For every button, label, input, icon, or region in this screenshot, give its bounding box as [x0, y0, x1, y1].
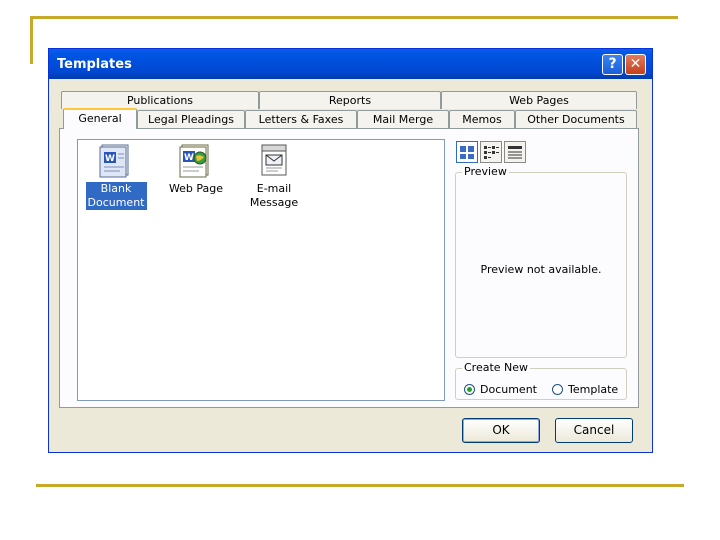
- slide-left-rule: [30, 16, 33, 64]
- tab-mail-merge[interactable]: Mail Merge: [357, 110, 449, 128]
- template-blank-document[interactable]: W Blank Document: [84, 142, 148, 210]
- tab-general[interactable]: General: [63, 108, 137, 129]
- file-label: Web Page: [168, 182, 224, 195]
- tab-label: General: [78, 112, 122, 125]
- email-message-icon: [261, 144, 287, 176]
- tab-other-documents[interactable]: Other Documents: [515, 110, 637, 128]
- tab-label: Legal Pleadings: [148, 113, 234, 126]
- tab-label: Web Pages: [509, 94, 569, 107]
- tab-publications[interactable]: Publications: [61, 91, 259, 109]
- tab-label: Publications: [126, 94, 194, 107]
- create-template-radio[interactable]: Template: [552, 383, 618, 396]
- create-new-group: Create New Document Template: [455, 361, 627, 400]
- svg-text:W: W: [184, 153, 194, 163]
- cancel-button[interactable]: Cancel: [555, 418, 633, 443]
- tab-label: Reports: [328, 94, 372, 107]
- preview-message: Preview not available.: [480, 263, 602, 276]
- tab-label: Letters & Faxes: [258, 113, 344, 126]
- create-new-label: Create New: [462, 361, 531, 374]
- templates-dialog: Templates ? ✕ Publications Reports Web P…: [48, 48, 653, 453]
- dialog-title: Templates: [57, 57, 132, 72]
- template-web-page[interactable]: W Web Page: [164, 142, 228, 196]
- svg-text:W: W: [105, 154, 115, 164]
- tab-web-pages[interactable]: Web Pages: [441, 91, 637, 109]
- radio-label: Document: [480, 383, 537, 396]
- details-view-icon: [508, 146, 522, 159]
- radio-unselected-icon: [552, 384, 563, 395]
- file-label: Blank Document: [85, 182, 147, 210]
- title-bar[interactable]: Templates ? ✕: [49, 49, 652, 79]
- list-view-button[interactable]: [480, 141, 502, 163]
- tab-reports[interactable]: Reports: [259, 91, 441, 109]
- tab-label: Mail Merge: [372, 113, 434, 126]
- help-button[interactable]: ?: [602, 54, 623, 75]
- web-page-icon: W: [179, 144, 209, 178]
- close-button[interactable]: ✕: [625, 54, 646, 75]
- file-label: E-mail Message: [249, 182, 299, 209]
- ok-label: OK: [492, 423, 510, 437]
- help-icon: ?: [608, 56, 617, 72]
- preview-group-label: Preview: [462, 165, 509, 178]
- large-icons-view-icon: [460, 146, 474, 159]
- tab-letters-faxes[interactable]: Letters & Faxes: [245, 110, 357, 128]
- radio-selected-icon: [464, 384, 475, 395]
- tab-label: Memos: [462, 113, 502, 126]
- preview-group: Preview Preview not available.: [455, 165, 627, 358]
- word-document-icon: W: [99, 144, 129, 178]
- create-document-radio[interactable]: Document: [464, 383, 537, 396]
- slide-bottom-rule: [36, 484, 684, 487]
- list-view-icon: [484, 146, 499, 159]
- ok-button[interactable]: OK: [462, 418, 540, 443]
- cancel-label: Cancel: [573, 423, 615, 437]
- tab-memos[interactable]: Memos: [449, 110, 515, 128]
- large-icons-view-button[interactable]: [456, 141, 478, 163]
- template-file-list[interactable]: W Blank Document W Web Page E-mail Messa…: [77, 139, 445, 401]
- radio-label: Template: [568, 383, 619, 396]
- details-view-button[interactable]: [504, 141, 526, 163]
- slide-top-rule: [30, 16, 678, 19]
- tab-label: Other Documents: [527, 113, 625, 126]
- template-email-message[interactable]: E-mail Message: [242, 142, 306, 210]
- tab-legal-pleadings[interactable]: Legal Pleadings: [137, 110, 245, 128]
- close-icon: ✕: [629, 56, 642, 72]
